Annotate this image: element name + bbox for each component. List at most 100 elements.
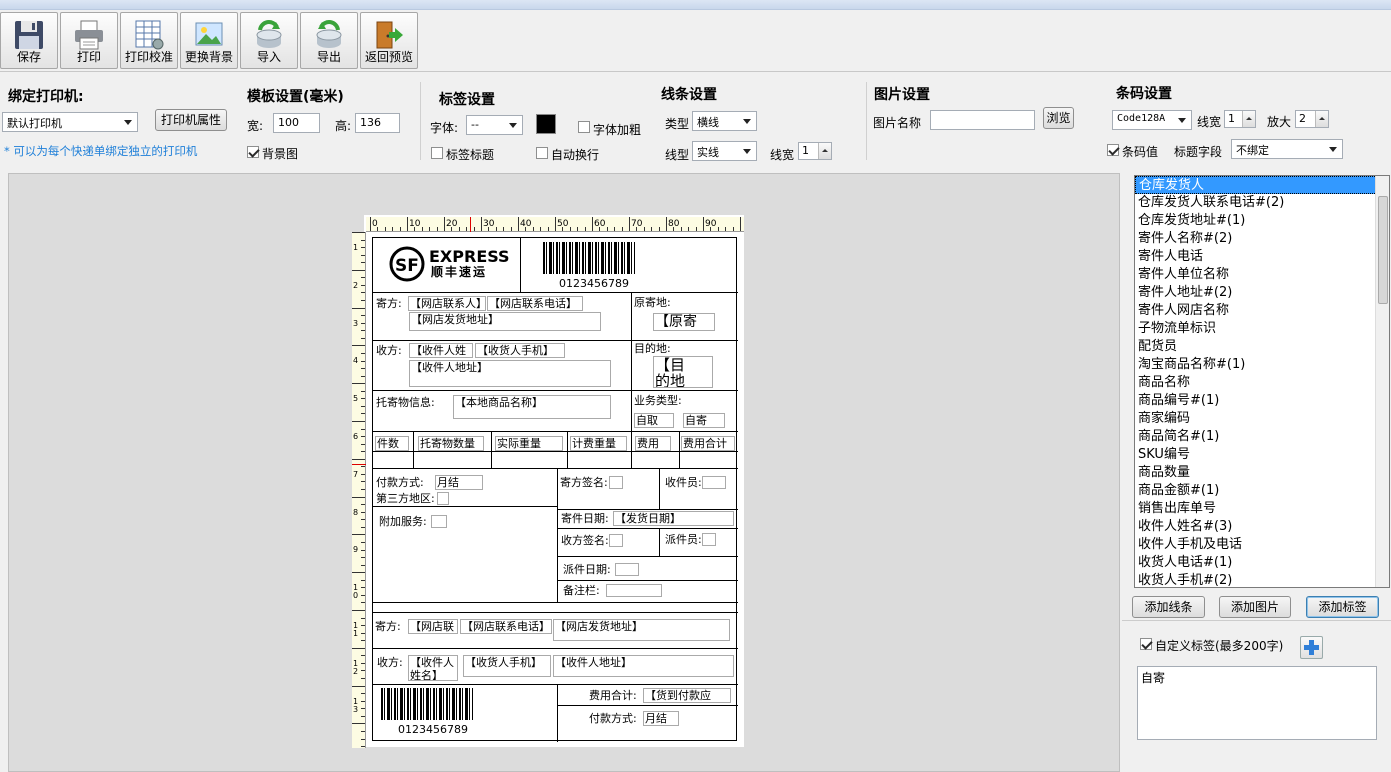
save-button[interactable]: 保存: [0, 12, 58, 69]
col-quantity[interactable]: 托寄物数量: [418, 436, 484, 451]
s2-receiver-name-field[interactable]: 【收件人 姓名】: [408, 655, 458, 681]
field-list-item[interactable]: 收货人电话#(1): [1135, 554, 1389, 572]
field-list-item[interactable]: 仓库发货人联系电话#(2): [1135, 194, 1389, 212]
field-list-item[interactable]: 商品编号#(1): [1135, 392, 1389, 410]
add-label-button[interactable]: 添加标签: [1306, 596, 1379, 618]
add-image-button[interactable]: 添加图片: [1219, 596, 1291, 618]
self-pickup-field[interactable]: 自取: [634, 413, 674, 428]
payment-label: 付款方式:: [376, 476, 424, 489]
barcode-zoom-stepper[interactable]: 2: [1295, 110, 1329, 128]
field-list-item[interactable]: 商品名称: [1135, 374, 1389, 392]
col-total-fee[interactable]: 费用合计: [681, 436, 735, 451]
payment2-field[interactable]: 月结: [643, 711, 679, 726]
field-list-item[interactable]: 仓库发货地址#(1): [1135, 212, 1389, 230]
receiver-phone-field[interactable]: 【收货人手机】: [475, 343, 565, 358]
third-party-field[interactable]: [437, 492, 449, 505]
field-list-item[interactable]: 寄件人名称#(2): [1135, 230, 1389, 248]
deliver-date-field[interactable]: [615, 563, 639, 576]
remark-field[interactable]: [606, 584, 662, 597]
fee-total-field[interactable]: 【货到付款应: [643, 688, 731, 703]
self-send-field[interactable]: 自寄: [683, 413, 725, 428]
col-fee[interactable]: 费用: [635, 436, 671, 451]
line-type-select[interactable]: 横线: [692, 111, 757, 131]
sender-contact-field[interactable]: 【网店联系人】: [408, 296, 486, 311]
field-list-item[interactable]: 收件人手机及电话: [1135, 536, 1389, 554]
field-list-item[interactable]: 寄件人电话: [1135, 248, 1389, 266]
change-background-button[interactable]: 更换背景: [180, 12, 238, 69]
template-height-input[interactable]: 136: [355, 113, 400, 133]
field-list-item[interactable]: 商家编码: [1135, 410, 1389, 428]
barcode-width-stepper[interactable]: 1: [1224, 110, 1256, 128]
send-date-field[interactable]: 【发货日期】: [613, 511, 734, 526]
field-list-item[interactable]: 商品简名#(1): [1135, 428, 1389, 446]
field-list-item[interactable]: 淘宝商品名称#(1): [1135, 356, 1389, 374]
top-barcode[interactable]: [543, 242, 635, 274]
receiver-name-field[interactable]: 【收件人姓: [409, 343, 473, 358]
print-button[interactable]: 打印: [60, 12, 118, 69]
image-name-input[interactable]: [930, 110, 1035, 130]
col-billed-weight[interactable]: 计费重量: [570, 436, 627, 451]
export-button[interactable]: 导出: [300, 12, 358, 69]
font-bold-checkbox[interactable]: [578, 121, 590, 133]
field-list-item[interactable]: 寄件人地址#(2): [1135, 284, 1389, 302]
barcode-value-checkbox[interactable]: [1107, 144, 1119, 156]
printer-select[interactable]: 默认打印机: [2, 112, 138, 132]
deliverer-field[interactable]: [702, 533, 716, 546]
background-checkbox[interactable]: [247, 146, 259, 158]
calibrate-button[interactable]: 打印校准: [120, 12, 178, 69]
barcode-type-select[interactable]: Code128A: [1112, 110, 1192, 130]
collector-field[interactable]: [702, 476, 726, 489]
printer-properties-button[interactable]: 打印机属性: [155, 109, 227, 131]
template-width-input[interactable]: 100: [273, 113, 320, 133]
field-list-item[interactable]: 寄件人网店名称: [1135, 302, 1389, 320]
field-list-item[interactable]: 商品数量: [1135, 464, 1389, 482]
field-list-item[interactable]: 销售出库单号: [1135, 500, 1389, 518]
line-style-select[interactable]: 实线: [692, 141, 757, 161]
ruler-tick: [361, 315, 365, 317]
auto-wrap-checkbox[interactable]: [536, 147, 548, 159]
field-list-item[interactable]: SKU编号: [1135, 446, 1389, 464]
sender-sign-field[interactable]: [609, 476, 623, 489]
s2-receiver-address-field[interactable]: 【收件人地址】: [553, 655, 734, 677]
payment-field[interactable]: 月结: [435, 475, 483, 490]
toolbar: 保存 打印 打印校准 更换背景 导入 导出 返回预览: [0, 10, 1391, 72]
line-width-stepper[interactable]: 1: [798, 142, 832, 160]
s2-sender-contact-field[interactable]: 【网店联: [408, 619, 458, 634]
extra-service-field[interactable]: [431, 515, 447, 528]
receiver-address-field[interactable]: 【收件人地址】: [409, 360, 611, 387]
destination-field[interactable]: 【目 的地: [653, 356, 713, 388]
title-field-select[interactable]: 不绑定: [1231, 139, 1343, 159]
bottom-barcode[interactable]: [381, 688, 473, 720]
browse-button[interactable]: 浏览: [1043, 107, 1074, 129]
origin-field[interactable]: 【原寄: [653, 313, 715, 331]
col-actual-weight[interactable]: 实际重量: [495, 436, 563, 451]
field-list-item[interactable]: 收货人手机#(2): [1135, 572, 1389, 587]
field-list-item[interactable]: 仓库发货人: [1135, 176, 1389, 194]
field-list-item[interactable]: 寄件人单位名称: [1135, 266, 1389, 284]
receiver-sign-field[interactable]: [609, 534, 623, 547]
s2-sender-address-field[interactable]: 【网店发货地址】: [553, 619, 730, 641]
waybill-form[interactable]: SF EXPRESS 顺丰速运 0123456789 寄方: 【网店联系人】 【…: [372, 237, 738, 742]
col-pieces[interactable]: 件数: [375, 436, 409, 451]
sender-phone-field[interactable]: 【网店联系电话】: [487, 296, 583, 311]
back-to-preview-button[interactable]: 返回预览: [360, 12, 418, 69]
sender-address-field[interactable]: 【网店发货地址】: [409, 312, 601, 331]
scrollbar-thumb[interactable]: [1378, 196, 1388, 304]
field-list-item[interactable]: 配货员: [1135, 338, 1389, 356]
s2-receiver-phone-field[interactable]: 【收货人手机】: [463, 655, 551, 677]
field-list[interactable]: 仓库发货人 仓库发货人联系电话#(2) 仓库发货地址#(1) 寄件人名称#(2) 寄件人…: [1134, 175, 1390, 588]
field-list-item[interactable]: 收件人姓名#(3): [1135, 518, 1389, 536]
import-button[interactable]: 导入: [240, 12, 298, 69]
field-list-item[interactable]: 子物流单标识: [1135, 320, 1389, 338]
field-list-scrollbar[interactable]: [1375, 176, 1389, 587]
add-line-button[interactable]: 添加线条: [1132, 596, 1205, 618]
s2-sender-phone-field[interactable]: 【网店联系电话】: [460, 619, 552, 634]
font-select[interactable]: --: [466, 115, 523, 135]
font-color-swatch[interactable]: [536, 114, 556, 134]
goods-name-field[interactable]: 【本地商品名称】: [453, 395, 611, 419]
add-custom-label-button[interactable]: [1300, 636, 1323, 659]
custom-label-checkbox[interactable]: [1140, 638, 1152, 650]
label-title-checkbox[interactable]: [431, 147, 443, 159]
custom-label-textarea[interactable]: 自寄: [1137, 666, 1377, 740]
field-list-item[interactable]: 商品金额#(1): [1135, 482, 1389, 500]
